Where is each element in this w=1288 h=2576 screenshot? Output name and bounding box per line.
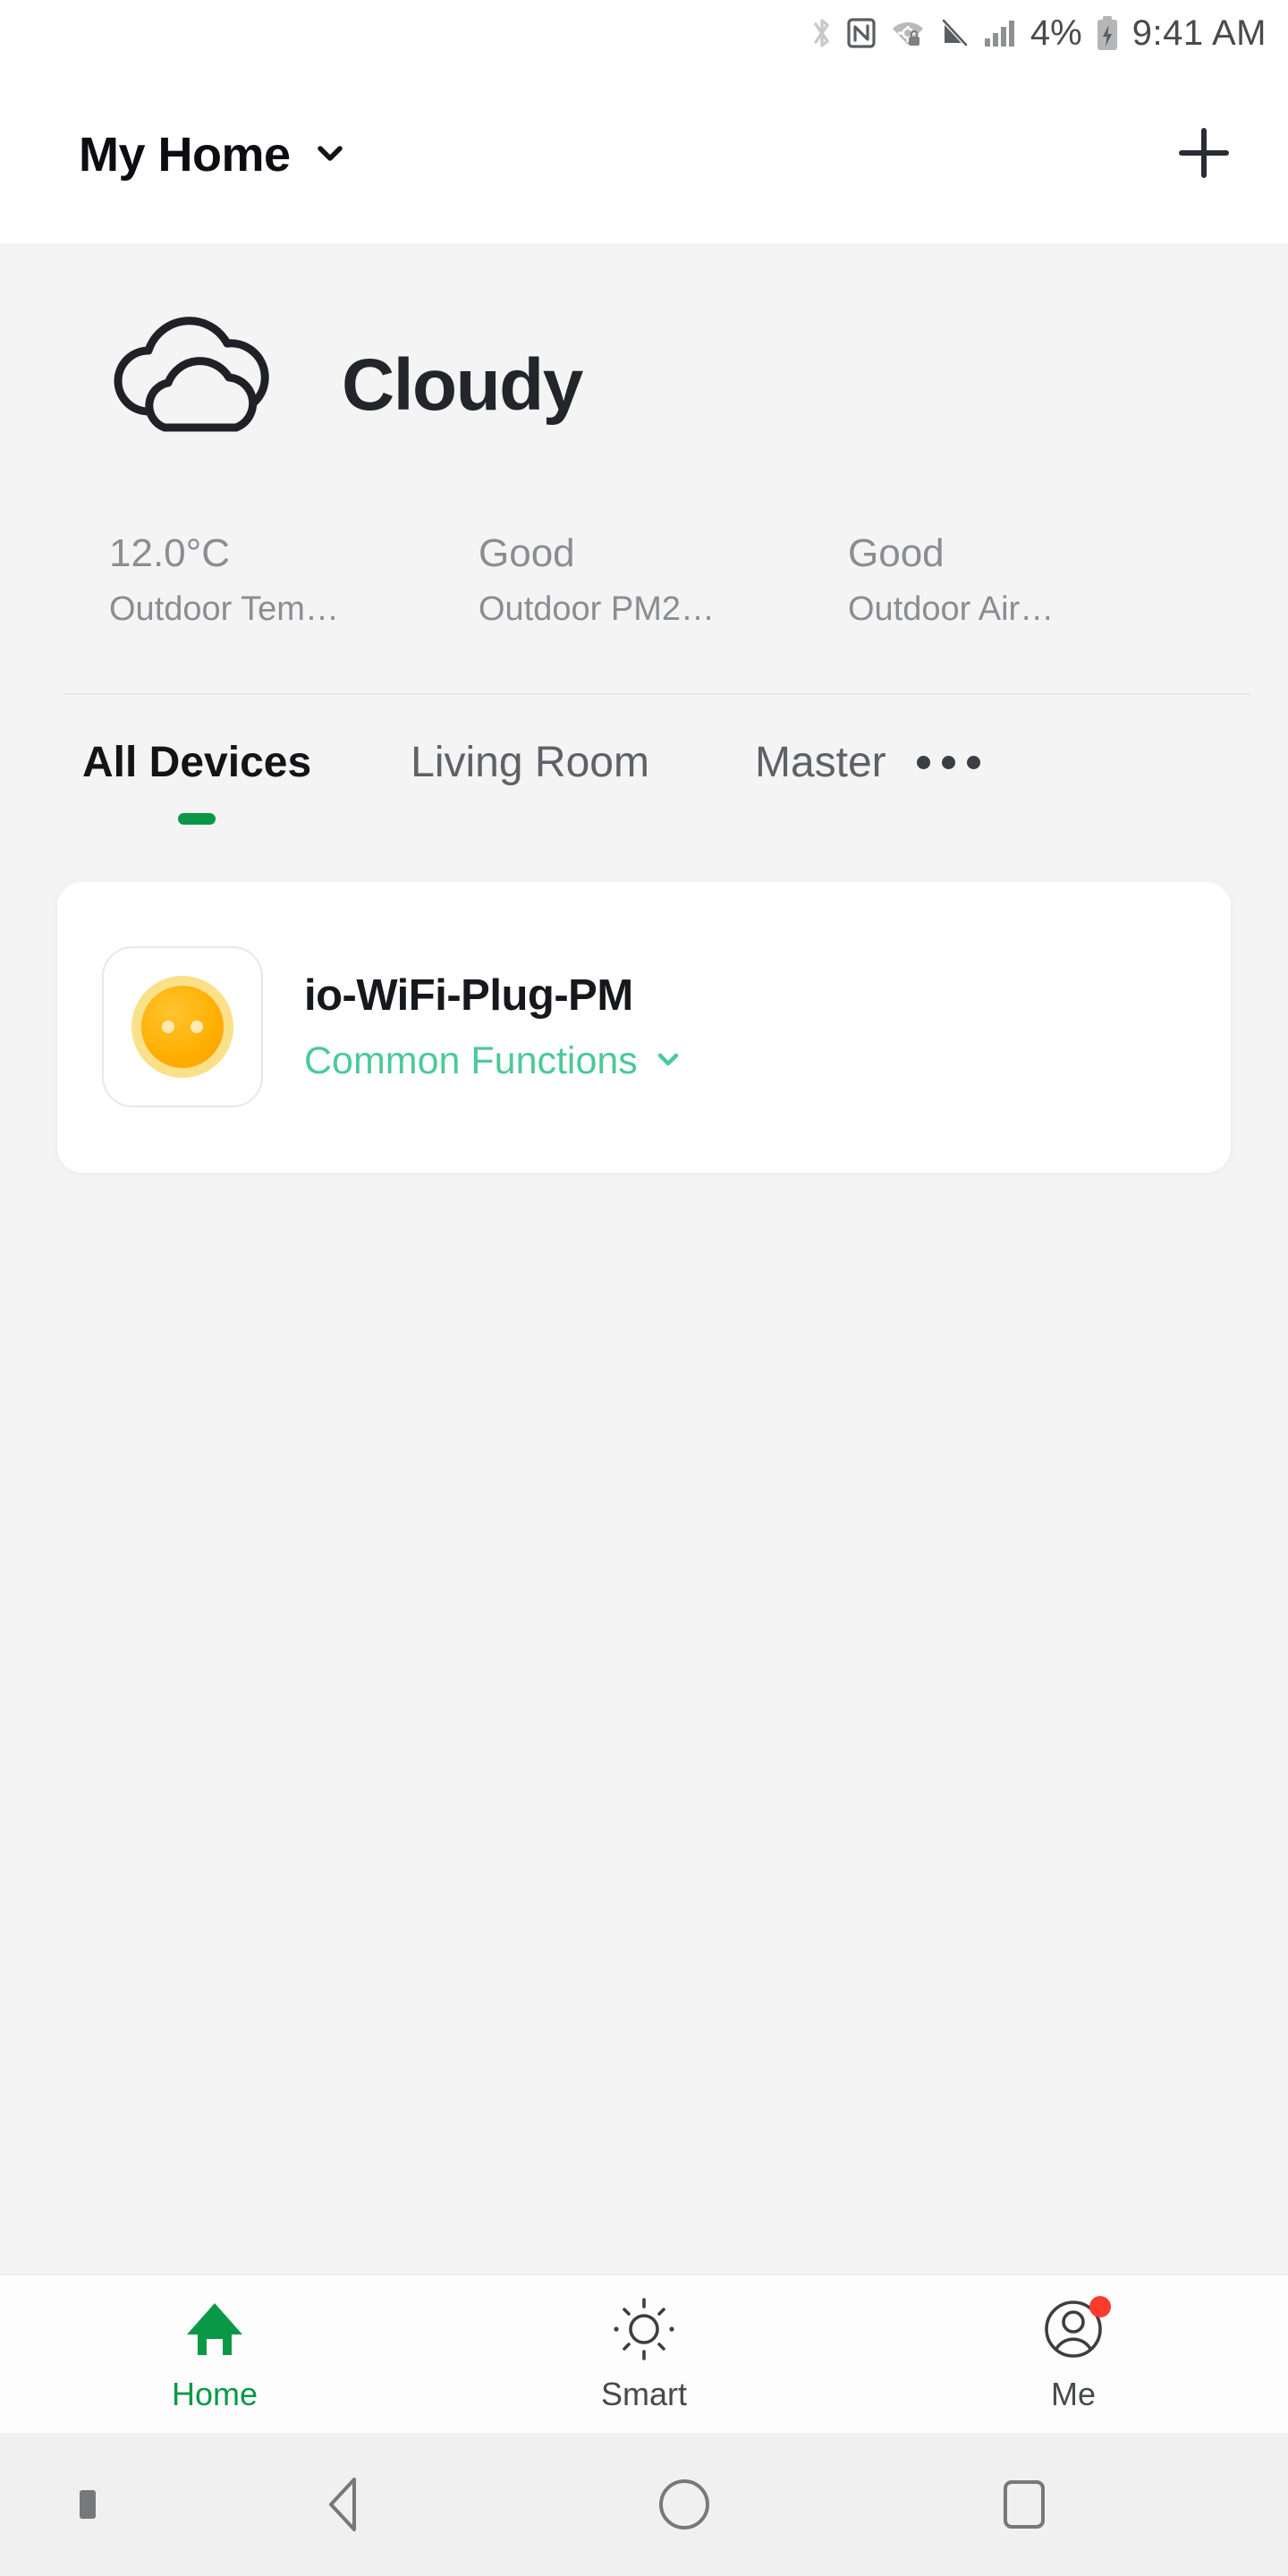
android-navigation-bar bbox=[0, 2433, 1288, 2576]
hide-navbar-icon[interactable] bbox=[0, 2490, 174, 2519]
bottom-navigation: Home Smart Me bbox=[0, 2274, 1288, 2433]
battery-charging-icon bbox=[1095, 14, 1120, 52]
tab-label: Master bbox=[754, 739, 886, 787]
socket-face bbox=[141, 986, 224, 1069]
battery-percent: 4% bbox=[1030, 13, 1082, 53]
tab-label: Living Room bbox=[411, 739, 649, 787]
nav-item-label: Smart bbox=[600, 2376, 687, 2412]
sun-icon bbox=[612, 2298, 676, 2360]
nav-item-label: Me bbox=[1050, 2376, 1096, 2412]
add-device-button[interactable] bbox=[1161, 112, 1247, 198]
room-tabs: All Devices Living Room Master bbox=[0, 695, 1288, 825]
more-horizontal-icon[interactable] bbox=[916, 756, 980, 770]
nav-item-home[interactable]: Home bbox=[0, 2275, 429, 2433]
nav-item-me[interactable]: Me bbox=[859, 2275, 1288, 2433]
weather-condition: Cloudy bbox=[342, 343, 583, 426]
more-dot bbox=[916, 756, 930, 770]
socket-hole bbox=[162, 1021, 174, 1034]
home-circle-icon[interactable] bbox=[514, 2472, 854, 2537]
smart-plug-icon bbox=[102, 946, 263, 1108]
weather-stat-label: Outdoor PM2… bbox=[479, 590, 715, 629]
weather-stat-value: Good bbox=[479, 531, 575, 575]
bluetooth-icon bbox=[810, 15, 834, 51]
wifi-secured-icon bbox=[889, 15, 927, 51]
weather-stat-value: Good bbox=[848, 531, 945, 575]
page-title: My Home bbox=[79, 128, 291, 182]
status-bar-clock: 9:41 AM bbox=[1131, 13, 1267, 53]
chevron-down-icon bbox=[310, 133, 350, 177]
device-info: io-WiFi-Plug-PM Common Functions bbox=[304, 970, 684, 1082]
status-bar: 4% 9:41 AM bbox=[0, 0, 1288, 66]
nav-item-smart[interactable]: Smart bbox=[429, 2275, 859, 2433]
chevron-down-icon bbox=[652, 1043, 684, 1080]
main-content: Cloudy 12.0°C Outdoor Tem… Good Outdoor … bbox=[0, 243, 1288, 2274]
app-header: My Home bbox=[0, 66, 1288, 243]
back-triangle-icon[interactable] bbox=[174, 2472, 514, 2537]
tab-all-devices[interactable]: All Devices bbox=[82, 739, 312, 825]
device-name: io-WiFi-Plug-PM bbox=[304, 970, 633, 1020]
recents-square-icon[interactable] bbox=[854, 2472, 1194, 2537]
more-dot bbox=[966, 756, 980, 770]
home-icon bbox=[180, 2298, 250, 2360]
cellular-signal-icon bbox=[982, 15, 1018, 51]
notification-badge bbox=[1089, 2296, 1111, 2318]
device-card[interactable]: io-WiFi-Plug-PM Common Functions bbox=[57, 881, 1231, 1173]
phone-screen: 4% 9:41 AM My Home Cloudy 12.0°C Outdoor… bbox=[0, 0, 1288, 2576]
weather-stat-item: 12.0°C Outdoor Tem… bbox=[0, 531, 369, 629]
weather-stat-item: Good Outdoor PM2… bbox=[369, 531, 739, 629]
common-functions-label: Common Functions bbox=[304, 1038, 638, 1082]
nav-item-label: Home bbox=[171, 2376, 258, 2412]
device-list: io-WiFi-Plug-PM Common Functions bbox=[0, 825, 1288, 1173]
weather-summary: Cloudy bbox=[0, 311, 1288, 459]
home-selector[interactable]: My Home bbox=[79, 131, 350, 179]
tab-active-indicator bbox=[178, 812, 216, 825]
plus-icon bbox=[1173, 122, 1235, 189]
silent-mode-icon bbox=[939, 15, 970, 51]
more-dot bbox=[941, 756, 955, 770]
person-icon bbox=[1041, 2296, 1111, 2360]
weather-stat-label: Outdoor Air… bbox=[848, 590, 1055, 629]
cloudy-icon bbox=[86, 311, 301, 459]
weather-stats: 12.0°C Outdoor Tem… Good Outdoor PM2… Go… bbox=[0, 459, 1288, 629]
tab-master[interactable]: Master bbox=[754, 739, 886, 787]
nfc-icon bbox=[846, 15, 877, 51]
weather-stat-label: Outdoor Tem… bbox=[109, 590, 339, 629]
tab-label: All Devices bbox=[82, 739, 312, 787]
weather-panel[interactable]: Cloudy 12.0°C Outdoor Tem… Good Outdoor … bbox=[0, 243, 1288, 629]
weather-stat-value: 12.0°C bbox=[109, 531, 231, 575]
common-functions-toggle[interactable]: Common Functions bbox=[304, 1038, 684, 1082]
weather-stat-item: Good Outdoor Air… bbox=[739, 531, 1108, 629]
socket-hole bbox=[191, 1021, 203, 1034]
socket-ring bbox=[131, 976, 233, 1079]
pin-dot bbox=[79, 2490, 96, 2519]
tab-living-room[interactable]: Living Room bbox=[411, 739, 649, 787]
